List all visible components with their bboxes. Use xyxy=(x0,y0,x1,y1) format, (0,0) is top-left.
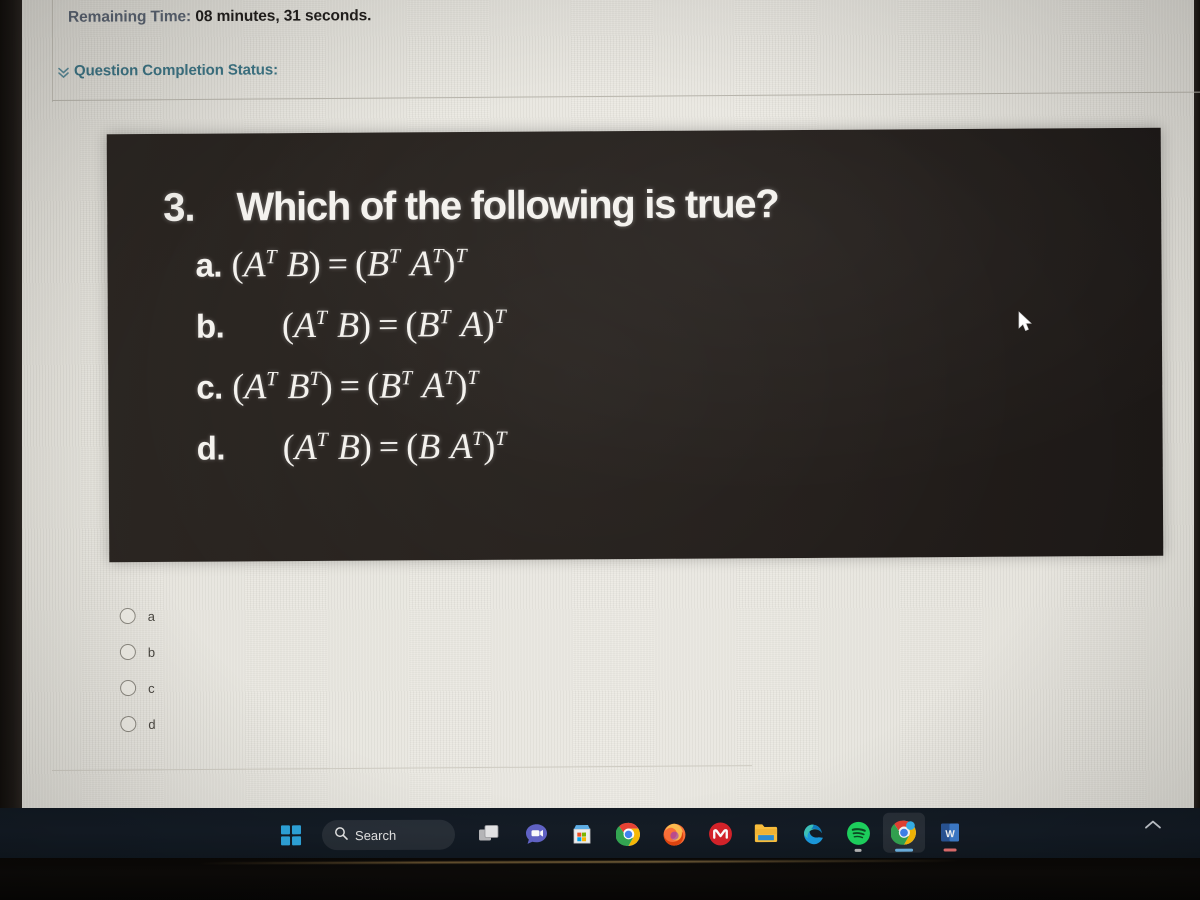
google-chrome-active-icon[interactable] xyxy=(882,812,926,853)
question-image-panel: 3. Which of the following is true? a. (AT… xyxy=(106,127,1164,563)
laptop-bottom-bezel xyxy=(0,858,1200,900)
mendeley-icon[interactable] xyxy=(699,813,741,853)
task-view-icon[interactable] xyxy=(469,814,511,854)
windows-logo-icon xyxy=(280,825,302,846)
chevron-up-icon[interactable] xyxy=(1144,818,1162,836)
question-option: d. (AT B) = (B AT)T xyxy=(197,424,1097,490)
bezel-reflection xyxy=(199,859,961,865)
question-option: b. (AT B) = (BT A)T xyxy=(196,302,1096,368)
question-completion-status-label: Question Completion Status: xyxy=(73,61,279,80)
google-chrome-icon[interactable] xyxy=(607,814,649,854)
answer-radio-group[interactable]: a b c d xyxy=(119,598,156,742)
answer-option-label: b xyxy=(147,644,156,660)
question-completion-status[interactable]: Question Completion Status: xyxy=(58,61,278,79)
double-chevron-down-icon[interactable] xyxy=(58,66,69,79)
microsoft-edge-icon[interactable] xyxy=(791,813,833,853)
option-letter: b. xyxy=(195,307,225,345)
option-equation: (AT B) = (B AT)T xyxy=(282,425,507,468)
question-option: a. (AT B) = (BT AT)T xyxy=(195,241,1095,307)
answer-option-b[interactable]: b xyxy=(119,634,156,670)
remaining-time-label: Remaining Time: xyxy=(67,8,192,26)
option-equation: (AT BT) = (BT AT)T xyxy=(232,365,479,407)
taskbar-search-button[interactable]: Search xyxy=(321,819,456,851)
taskbar-search-label: Search xyxy=(354,827,397,843)
answer-option-label: c xyxy=(148,680,155,696)
remaining-time: Remaining Time: 08 minutes, 31 seconds. xyxy=(68,7,371,27)
answer-option-label: a xyxy=(147,608,155,624)
question-option: c. (AT BT) = (BT AT)T xyxy=(196,363,1096,429)
file-explorer-icon[interactable] xyxy=(745,813,787,853)
question-number: 3. xyxy=(163,185,195,230)
radio-button-icon[interactable] xyxy=(119,608,136,625)
firefox-icon[interactable] xyxy=(653,814,695,854)
windows-taskbar: Search W xyxy=(0,808,1200,860)
radio-button-icon[interactable] xyxy=(120,716,137,733)
search-icon xyxy=(334,826,348,845)
running-indicator xyxy=(895,848,914,852)
option-equation: (AT B) = (BT A)T xyxy=(281,303,506,346)
option-letter: a. xyxy=(195,246,223,284)
answer-option-d[interactable]: d xyxy=(120,706,156,742)
answer-option-a[interactable]: a xyxy=(119,598,155,634)
option-letter: c. xyxy=(196,368,223,406)
option-equation: (AT B) = (BT AT)T xyxy=(231,243,467,285)
answer-option-label: d xyxy=(148,716,156,732)
screen-bezel-left xyxy=(0,0,22,812)
chat-teams-icon[interactable] xyxy=(515,814,557,854)
option-letter: d. xyxy=(196,429,226,467)
radio-button-icon[interactable] xyxy=(119,644,136,661)
content-left-border xyxy=(52,0,53,102)
question-options-list: a. (AT B) = (BT AT)T b. (AT B) = (BT A)T c. (AT B… xyxy=(195,241,1096,490)
microsoft-word-icon[interactable]: W xyxy=(929,812,971,852)
running-indicator xyxy=(854,848,862,852)
spotify-icon[interactable] xyxy=(837,813,879,853)
question-prompt: Which of the following is true? xyxy=(236,182,779,230)
start-button[interactable] xyxy=(270,815,312,855)
svg-text:W: W xyxy=(945,829,955,840)
answer-option-c[interactable]: c xyxy=(120,670,155,706)
remaining-time-value: 08 minutes, 31 seconds. xyxy=(195,7,372,26)
laptop-screen-photo: Remaining Time: 08 minutes, 31 seconds. … xyxy=(0,0,1200,900)
radio-button-icon[interactable] xyxy=(120,680,137,697)
screen-bezel-right xyxy=(1194,0,1200,812)
question-heading: 3. Which of the following is true? xyxy=(163,182,778,231)
running-indicator xyxy=(943,848,957,852)
microsoft-store-icon[interactable] xyxy=(561,814,603,854)
